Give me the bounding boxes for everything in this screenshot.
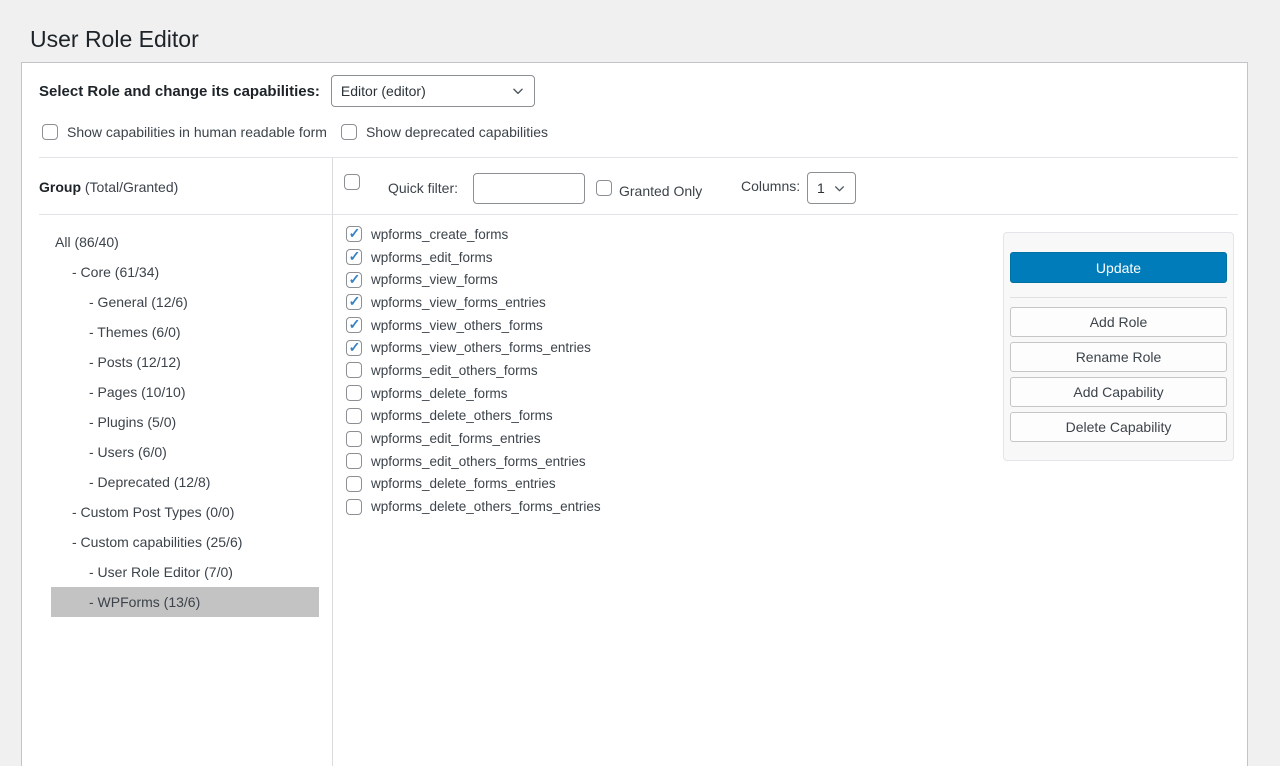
capability-label: wpforms_delete_forms	[371, 386, 508, 401]
capability-checkbox[interactable]	[346, 294, 362, 310]
group-item[interactable]: - Plugins (5/0)	[51, 407, 319, 437]
capability-label: wpforms_view_forms	[371, 272, 498, 287]
group-item[interactable]: - Deprecated (12/8)	[51, 467, 319, 497]
granted-only-label: Granted Only	[619, 183, 702, 199]
human-readable-label: Show capabilities in human readable form	[67, 124, 327, 140]
capability-row: wpforms_edit_forms	[346, 246, 601, 269]
role-selector-label: Select Role and change its capabilities:	[39, 83, 320, 100]
page-title: User Role Editor	[30, 24, 199, 54]
capability-label: wpforms_edit_others_forms_entries	[371, 454, 586, 469]
group-item[interactable]: - Posts (12/12)	[51, 347, 319, 377]
capability-row: wpforms_delete_forms	[346, 382, 601, 405]
capability-label: wpforms_view_forms_entries	[371, 295, 546, 310]
role-select-value: Editor (editor)	[341, 83, 426, 99]
add-capability-button[interactable]: Add Capability	[1010, 377, 1227, 407]
capability-checkbox[interactable]	[346, 431, 362, 447]
user-role-editor-screen: User Role Editor Select Role and change …	[0, 0, 1280, 766]
capability-row: wpforms_view_forms	[346, 268, 601, 291]
capabilities-list: wpforms_create_forms wpforms_edit_formswp…	[346, 223, 601, 518]
capability-label: wpforms_edit_others_forms	[371, 363, 538, 378]
capability-row: wpforms_view_others_forms	[346, 314, 601, 337]
chevron-down-icon	[833, 182, 846, 195]
capability-label: wpforms_view_others_forms	[371, 318, 543, 333]
capability-checkbox[interactable]	[346, 499, 362, 515]
group-label: Group	[39, 179, 81, 195]
group-tree: All (86/40)- Core (61/34)- General (12/6…	[22, 227, 332, 617]
select-all-checkbox[interactable]	[344, 174, 360, 190]
divider	[39, 157, 1238, 158]
capability-label: wpforms_create_forms	[371, 227, 508, 242]
delete-capability-button[interactable]: Delete Capability	[1010, 412, 1227, 442]
columns-label: Columns:	[741, 178, 800, 194]
add-role-button[interactable]: Add Role	[1010, 307, 1227, 337]
role-selector-row: Select Role and change its capabilities:…	[39, 75, 535, 107]
capability-row: wpforms_view_others_forms_entries	[346, 336, 601, 359]
capability-checkbox[interactable]	[346, 226, 362, 242]
options-row: Show capabilities in human readable form…	[42, 122, 548, 142]
capability-checkbox[interactable]	[346, 476, 362, 492]
capability-row: wpforms_delete_forms_entries	[346, 473, 601, 496]
deprecated-label: Show deprecated capabilities	[366, 124, 548, 140]
columns-select[interactable]: 1	[807, 172, 856, 204]
update-button[interactable]: Update	[1010, 252, 1227, 283]
group-item[interactable]: - General (12/6)	[51, 287, 319, 317]
capability-row: wpforms_edit_forms_entries	[346, 427, 601, 450]
human-readable-option: Show capabilities in human readable form	[42, 124, 327, 140]
capability-row: wpforms_create_forms	[346, 223, 601, 246]
group-column-header: Group (Total/Granted)	[39, 179, 178, 195]
capability-label: wpforms_edit_forms	[371, 250, 493, 265]
capability-checkbox[interactable]	[346, 340, 362, 356]
capability-row: wpforms_edit_others_forms	[346, 359, 601, 382]
divider	[1010, 297, 1227, 298]
group-item[interactable]: - Custom Post Types (0/0)	[51, 497, 319, 527]
group-item[interactable]: - User Role Editor (7/0)	[51, 557, 319, 587]
quick-filter-input[interactable]	[473, 173, 585, 204]
granted-only-checkbox[interactable]	[596, 180, 612, 196]
deprecated-checkbox[interactable]	[341, 124, 357, 140]
group-item[interactable]: - Users (6/0)	[51, 437, 319, 467]
rename-role-button[interactable]: Rename Role	[1010, 342, 1227, 372]
role-select[interactable]: Editor (editor)	[331, 75, 535, 107]
capability-checkbox[interactable]	[346, 362, 362, 378]
group-item[interactable]: - Core (61/34)	[51, 257, 319, 287]
column-separator	[332, 157, 333, 766]
columns-select-value: 1	[817, 180, 825, 196]
group-item[interactable]: - Pages (10/10)	[51, 377, 319, 407]
group-item[interactable]: - Custom capabilities (25/6)	[51, 527, 319, 557]
group-suffix: (Total/Granted)	[81, 179, 178, 195]
group-item[interactable]: - WPForms (13/6)	[51, 587, 319, 617]
capability-row: wpforms_view_forms_entries	[346, 291, 601, 314]
capability-row: wpforms_delete_others_forms	[346, 405, 601, 428]
capability-label: wpforms_edit_forms_entries	[371, 431, 541, 446]
group-item[interactable]: - Themes (6/0)	[51, 317, 319, 347]
actions-panel: Update Add Role Rename Role Add Capabili…	[1003, 232, 1234, 461]
capability-checkbox[interactable]	[346, 408, 362, 424]
capability-row: wpforms_edit_others_forms_entries	[346, 450, 601, 473]
human-readable-checkbox[interactable]	[42, 124, 58, 140]
capability-label: wpforms_delete_others_forms	[371, 408, 553, 423]
capability-label: wpforms_delete_forms_entries	[371, 476, 556, 491]
group-item[interactable]: All (86/40)	[51, 227, 319, 257]
capability-checkbox[interactable]	[346, 453, 362, 469]
quick-filter-label: Quick filter:	[388, 180, 458, 196]
capability-checkbox[interactable]	[346, 317, 362, 333]
capability-checkbox[interactable]	[346, 385, 362, 401]
deprecated-option: Show deprecated capabilities	[341, 124, 548, 140]
capability-label: wpforms_delete_others_forms_entries	[371, 499, 601, 514]
capability-label: wpforms_view_others_forms_entries	[371, 340, 591, 355]
capability-checkbox[interactable]	[346, 249, 362, 265]
capability-checkbox[interactable]	[346, 272, 362, 288]
capability-row: wpforms_delete_others_forms_entries	[346, 495, 601, 518]
divider	[39, 214, 1238, 215]
role-editor-panel: Select Role and change its capabilities:…	[21, 62, 1248, 766]
chevron-down-icon	[511, 84, 525, 98]
